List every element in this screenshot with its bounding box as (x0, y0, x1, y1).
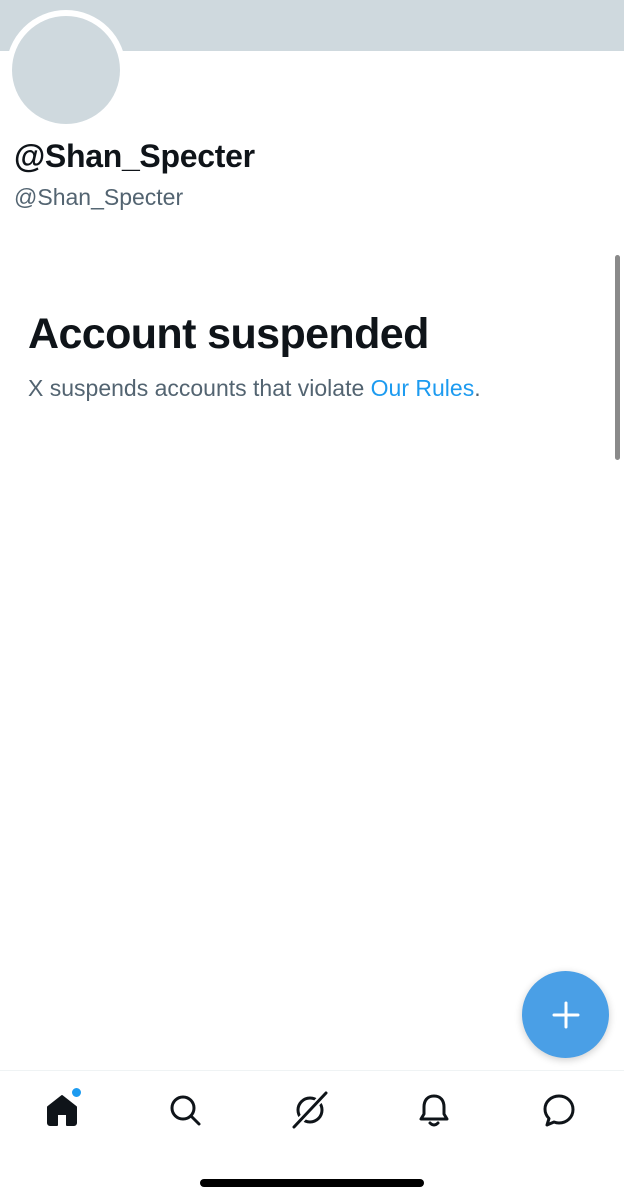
nav-notifications[interactable] (414, 1090, 454, 1130)
nav-grok[interactable] (290, 1090, 330, 1130)
notification-dot (71, 1087, 82, 1098)
suspension-title: Account suspended (28, 310, 429, 358)
home-indicator[interactable] (200, 1179, 424, 1187)
suspension-message-text: X suspends accounts that violate (28, 375, 371, 401)
nav-search[interactable] (165, 1090, 205, 1130)
our-rules-link[interactable]: Our Rules (371, 375, 475, 401)
grok-icon (290, 1090, 330, 1130)
suspension-message: X suspends accounts that violate Our Rul… (28, 375, 481, 402)
profile-display-name: @Shan_Specter (14, 138, 255, 174)
suspension-message-end: . (474, 375, 481, 401)
plus-icon (552, 1001, 579, 1028)
compose-button[interactable] (522, 971, 609, 1058)
nav-messages[interactable] (539, 1090, 579, 1130)
bell-icon (419, 1094, 449, 1127)
scrollbar[interactable] (615, 255, 620, 460)
bottom-nav (0, 1071, 624, 1151)
avatar-placeholder (12, 16, 120, 124)
profile-handle: @Shan_Specter (14, 184, 184, 210)
search-icon (170, 1095, 201, 1126)
message-icon (543, 1094, 575, 1127)
profile-avatar[interactable] (6, 10, 126, 130)
